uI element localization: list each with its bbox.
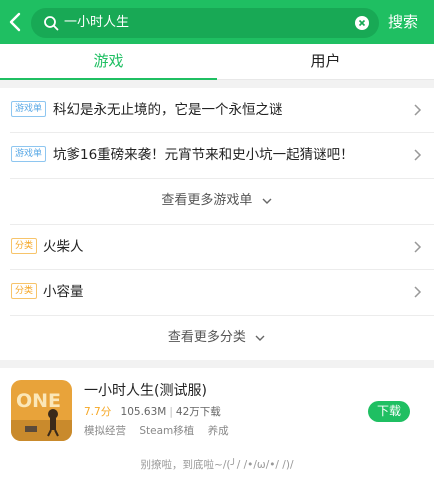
category-tag: 分类 (11, 238, 38, 254)
app-result-card[interactable]: ONE 一小时人生(测试服) 7.7分 105.63M | 42万下载 模拟经营 S… (0, 368, 434, 450)
chevron-down-icon (262, 198, 272, 204)
search-query-text: 一小时人生 (64, 15, 130, 30)
back-arrow-icon[interactable] (5, 10, 27, 34)
end-of-list-text: 别撩啦，到底啦~/(╯/ /•/ω/•/ /)/ (140, 459, 294, 471)
category-tag: 分类 (11, 283, 38, 299)
more-categories-label: 查看更多分类 (167, 330, 246, 345)
tab-bar: 游戏 用户 (0, 44, 434, 80)
chevron-right-icon (414, 149, 422, 161)
chevron-right-icon (414, 286, 422, 298)
game-list-tag: 游戏单 (11, 146, 47, 162)
section-gap (0, 360, 434, 368)
top-bar: 一小时人生 搜索 (0, 0, 434, 44)
search-button[interactable]: 搜索 (388, 12, 418, 32)
game-list-item[interactable]: 游戏单 坑爹16重磅来袭！元宵节来和史小坑一起猜谜吧！ (0, 133, 434, 177)
search-input[interactable]: 一小时人生 (31, 8, 379, 38)
game-list-tag: 游戏单 (11, 101, 47, 117)
tab-games[interactable]: 游戏 (0, 44, 217, 80)
category-item[interactable]: 分类 火柴人 (0, 225, 434, 269)
search-icon (44, 16, 59, 31)
chevron-down-icon (255, 335, 265, 341)
section-gap (0, 80, 434, 88)
tab-users[interactable]: 用户 (217, 44, 434, 80)
app-score: 7.7分 (84, 406, 112, 418)
category-item[interactable]: 分类 小容量 (0, 270, 434, 314)
app-icon-artwork: ONE (11, 380, 72, 441)
app-downloads: 42万下载 (175, 406, 221, 418)
game-list-title: 科幻是永无止境的，它是一个永恒之谜 (53, 102, 283, 118)
category-title: 小容量 (43, 284, 84, 300)
app-tag: 模拟经营 (84, 425, 126, 437)
app-meta: 7.7分 105.63M | 42万下载 (84, 405, 221, 419)
app-tags: 模拟经营 Steam移植 养成 (84, 424, 239, 438)
app-icon-text: ONE (16, 390, 61, 412)
app-size: 105.63M (120, 406, 167, 418)
app-tag: Steam移植 (139, 425, 195, 437)
download-button[interactable]: 下载 (368, 401, 410, 422)
clear-icon[interactable] (355, 16, 369, 30)
game-list-item[interactable]: 游戏单 科幻是永无止境的，它是一个永恒之谜 (0, 88, 434, 132)
category-title: 火柴人 (43, 239, 84, 255)
chevron-right-icon (414, 104, 422, 116)
chevron-right-icon (414, 241, 422, 253)
more-categories-button[interactable]: 查看更多分类 (0, 316, 434, 360)
meta-separator: | (169, 406, 173, 418)
app-icon[interactable]: ONE (11, 380, 72, 441)
game-list-title: 坑爹16重磅来袭！元宵节来和史小坑一起猜谜吧！ (53, 147, 354, 163)
more-game-lists-button[interactable]: 查看更多游戏单 (0, 179, 434, 223)
app-tag: 养成 (207, 425, 229, 437)
more-game-lists-label: 查看更多游戏单 (161, 193, 253, 208)
app-name: 一小时人生(测试服) (84, 383, 207, 399)
